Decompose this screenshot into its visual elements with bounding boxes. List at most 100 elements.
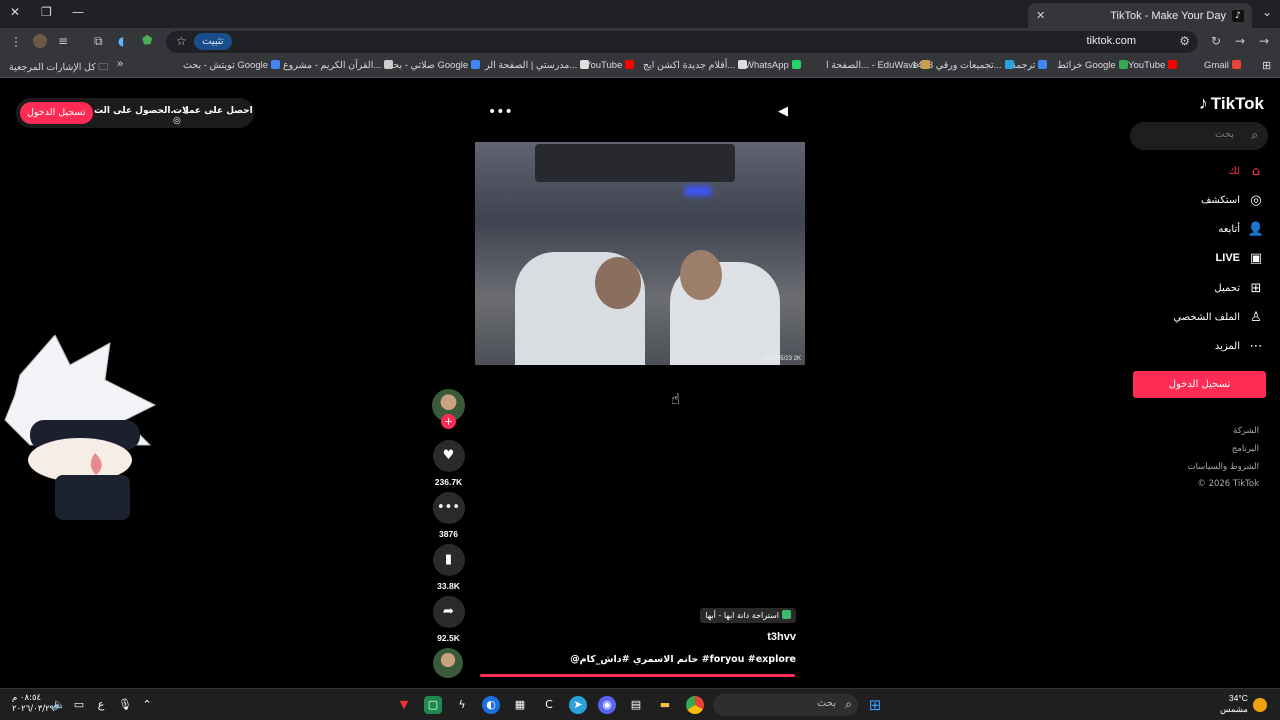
video-username[interactable]: t3hvv [767, 631, 796, 643]
bookmark-item[interactable]: ترجمة [1011, 60, 1048, 71]
menu-dots-icon[interactable]: ⋮ [10, 35, 22, 49]
bookmark-item[interactable]: أفلام جديدة اكشن ايج... [643, 60, 748, 71]
volume-icon[interactable]: ◀ [778, 104, 788, 119]
profile-avatar[interactable] [33, 34, 47, 48]
volume-tray-icon[interactable]: 🔈 [50, 696, 68, 714]
tray-overflow-icon[interactable]: ⌃ [138, 696, 156, 714]
calculator-app-icon[interactable]: ▦ [511, 696, 529, 714]
file-explorer-icon[interactable]: ▬ [656, 696, 674, 714]
sidebar-item-profile[interactable]: ♙ الملف الشخصي [1173, 307, 1264, 327]
music-disc-avatar[interactable] [433, 648, 463, 678]
bookmark-item[interactable]: صلاتي - بحث Google [384, 60, 481, 71]
top-login-button[interactable]: تسجيل الدخول [20, 102, 93, 124]
upload-icon: ⊞ [1250, 280, 1262, 296]
bookmarks-overflow-icon[interactable]: » [117, 58, 123, 70]
windows-start-icon[interactable]: ⊞ [866, 696, 884, 714]
shield-extension-icon[interactable]: ⬟ [142, 33, 152, 47]
video-caption[interactable]: @حاتم الاسمري #داش_كام #foryou #explore [570, 654, 796, 665]
sidebar-item-upload[interactable]: ⊞ تحميل [1214, 278, 1264, 298]
discord-app-icon[interactable]: ◉ [598, 696, 616, 714]
bookmark-item[interactable]: القرآن الكريم - مشروع... [283, 60, 394, 71]
valorant-app-icon[interactable]: ▼ [395, 696, 413, 714]
following-icon: 👤 [1247, 221, 1264, 237]
search-icon: ⌕ [1251, 128, 1258, 142]
bookmark-item[interactable]: YouTube [1128, 60, 1178, 71]
search-icon: ⌕ [845, 697, 852, 711]
bookmark-item[interactable]: الصفحة ا... - EduWave [826, 60, 931, 71]
tiktok-note-icon: ♪ [1198, 93, 1208, 113]
chrome-app-icon[interactable] [686, 696, 704, 714]
network-tray-icon[interactable]: ▭ [70, 696, 88, 714]
sidebar-item-home[interactable]: ⌂ لك [1229, 161, 1264, 181]
omnibox[interactable]: ☆ تثبيت tiktok.com ⚙ [166, 31, 1198, 53]
footer-link[interactable]: الشروط والسياسات [1188, 462, 1259, 472]
input-language[interactable]: ع [92, 696, 110, 714]
bookmark-item[interactable]: Gmail [1204, 60, 1241, 71]
more-icon: ⋯ [1249, 338, 1263, 354]
sidebar-item-compass[interactable]: ◎ استكشف [1201, 190, 1264, 210]
taskbar-search-input[interactable]: بحث ⌕ [713, 694, 858, 716]
tab-search-icon[interactable]: ⌄ [1262, 5, 1272, 19]
microphone-tray-icon[interactable]: 🎙 [116, 696, 134, 714]
xbox-app-icon[interactable]: ▢ [424, 696, 442, 714]
system-clock[interactable]: ٠٨:٥٤ م ٢٠٢٦/٠٣/٢٩ [12, 693, 54, 715]
bookmark-item[interactable]: خرائط Google [1057, 60, 1128, 71]
url-text[interactable]: tiktok.com [1086, 35, 1136, 47]
more-options-icon[interactable]: ••• [488, 104, 513, 120]
bookmark-favicon-icon [791, 60, 801, 69]
capcut-app-icon[interactable]: C [540, 696, 558, 714]
reading-list-icon[interactable]: ≡ [58, 34, 68, 48]
sidebar-item-more[interactable]: ⋯ المزيد [1215, 336, 1264, 356]
energy-app-icon[interactable]: ϟ [453, 696, 471, 714]
share-action[interactable]: ➦ 92.5K [432, 596, 465, 643]
bookmark-icon[interactable]: ▮ [432, 544, 465, 576]
bookmark-favicon-icon [471, 60, 481, 69]
install-app-button[interactable]: تثبيت [194, 33, 232, 50]
close-tab-icon[interactable]: ✕ [1036, 9, 1045, 22]
footer-link[interactable]: البرنامج [1232, 444, 1259, 454]
reload-icon[interactable]: ↻ [1211, 34, 1221, 48]
weather-widget[interactable]: 34°C مشمس [1220, 693, 1248, 715]
extensions-icon[interactable]: ⧉ [94, 34, 103, 49]
footer-link[interactable]: © 2026 TikTok [1197, 479, 1259, 489]
back-icon[interactable]: → [1259, 34, 1269, 48]
video-player[interactable]: 2026/05/23 2K [475, 142, 805, 365]
bookmark-item[interactable]: تويتش - بحث Google [183, 60, 281, 71]
sidebar-item-live[interactable]: ▣ LIVE [1216, 248, 1264, 268]
search-input[interactable]: بحث ⌕ [1130, 122, 1268, 150]
bookmark-item[interactable]: YouTube [585, 60, 635, 71]
minimize-window-icon[interactable]: — [72, 5, 84, 19]
comment-action[interactable]: ••• 3876 [432, 492, 465, 539]
restore-window-icon[interactable]: ❐ [41, 5, 52, 19]
forward-icon[interactable]: → [1235, 34, 1245, 48]
compass-icon: ◎ [1250, 192, 1262, 208]
telegram-app-icon[interactable]: ➤ [569, 696, 587, 714]
edge-like-app-icon[interactable]: ◐ [482, 696, 500, 714]
tiktok-logo[interactable]: ♪ TikTok [1199, 93, 1264, 114]
heart-icon[interactable]: ♥ [432, 440, 465, 472]
close-window-icon[interactable]: ✕ [10, 5, 20, 19]
bookmark-favicon-icon [738, 60, 748, 69]
sidebar-item-following[interactable]: 👤 أتابعه [1218, 219, 1264, 239]
all-bookmarks[interactable]: كل الإشارات المرجعية 🗀 [9, 60, 108, 76]
site-info-icon[interactable]: ⚙ [1179, 34, 1190, 48]
save-action[interactable]: ▮ 33.8K [432, 544, 465, 591]
follow-plus-button[interactable]: + [441, 414, 456, 429]
bookmark-favicon-icon [1004, 60, 1014, 69]
sun-weather-icon [1253, 698, 1267, 712]
get-coins-link[interactable]: احصل على عملات ◎ [173, 106, 254, 126]
bookmark-item[interactable]: مدرستي | الصفحة الر... [485, 60, 590, 71]
bookmark-item[interactable]: WhatsApp [745, 60, 801, 71]
comment-icon[interactable]: ••• [432, 492, 465, 524]
cast-icon[interactable]: ◖ [118, 34, 124, 48]
share-icon[interactable]: ➦ [432, 596, 465, 628]
like-action[interactable]: ♥ 236.7K [432, 440, 465, 487]
tab-tiktok[interactable]: ♪ TikTok - Make Your Day ✕ [1028, 3, 1252, 28]
store-app-icon[interactable]: ▤ [627, 696, 645, 714]
sidebar-login-button[interactable]: تسجيل الدخول [1133, 371, 1266, 398]
video-progress-bar[interactable] [480, 674, 795, 677]
apps-grid-icon[interactable]: ⊞ [1262, 59, 1271, 72]
bookmark-star-icon[interactable]: ☆ [176, 34, 187, 48]
location-tag[interactable]: استراحة دانة ابها - أبها [700, 608, 796, 623]
footer-link[interactable]: الشركة [1233, 426, 1259, 436]
